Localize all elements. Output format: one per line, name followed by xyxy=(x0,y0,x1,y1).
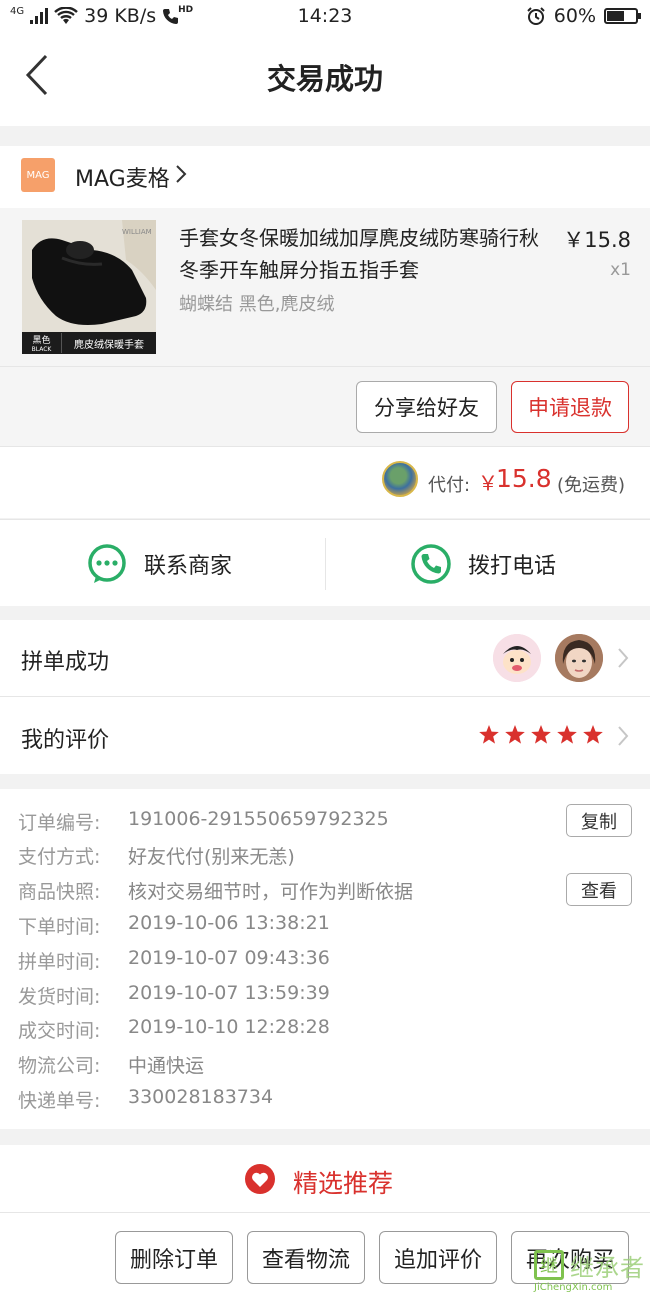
group-success-row[interactable]: 拼单成功 xyxy=(0,620,650,697)
watermark-logo: 继 xyxy=(534,1250,564,1280)
delete-order-button[interactable]: 删除订单 xyxy=(115,1231,233,1284)
order-info-section: 复制 查看 订单编号: 191006-291550659792325 支付方式: 好友… xyxy=(0,789,650,1129)
photo-avatar-image xyxy=(555,634,603,682)
product-thumbnail[interactable]: WILLIAM 黑色 BLACK 麂皮绒保暖手套 xyxy=(22,220,156,354)
navbar: 交易成功 xyxy=(0,34,650,126)
contact-divider xyxy=(325,538,326,590)
order-info-value: 核对交易细节时，可作为判断依据 xyxy=(128,881,414,903)
order-info-row: 成交时间: 2019-10-10 12:28:28 xyxy=(18,1016,330,1043)
order-info-row: 拼单时间: 2019-10-07 09:43:36 xyxy=(18,947,330,974)
glove-image xyxy=(22,220,156,332)
thumb-brand: WILLIAM xyxy=(122,228,152,236)
order-info-value: 2019-10-06 13:38:21 xyxy=(128,912,330,934)
chevron-right-icon xyxy=(618,648,629,668)
product-spec: 蝴蝶结 黑色,麂皮绒 xyxy=(179,294,335,315)
order-info-row: 支付方式: 好友代付(别来无恙) xyxy=(18,842,295,869)
order-info-value: 2019-10-07 09:43:36 xyxy=(128,947,330,969)
view-snapshot-button[interactable]: 查看 xyxy=(566,873,632,906)
order-info-key: 发货时间: xyxy=(18,986,101,1008)
chat-bubble-icon xyxy=(88,543,126,583)
order-info-row: 下单时间: 2019-10-06 13:38:21 xyxy=(18,912,330,939)
order-info-row: 商品快照: 核对交易细节时，可作为判断依据 xyxy=(18,877,413,904)
star-icon xyxy=(479,725,499,744)
contact-row: 联系商家 拨打电话 xyxy=(0,519,650,606)
order-info-key: 成交时间: xyxy=(18,1020,101,1042)
view-logistics-button[interactable]: 查看物流 xyxy=(247,1231,365,1284)
order-info-value: 中通快运 xyxy=(128,1055,205,1077)
rating-stars xyxy=(478,724,604,746)
shop-name[interactable]: MAG麦格 xyxy=(75,161,170,193)
chevron-right-icon xyxy=(618,726,629,746)
battery-level xyxy=(607,11,624,21)
star-icon xyxy=(557,725,577,744)
copy-button[interactable]: 复制 xyxy=(566,804,632,837)
thumb-color-cn: 黑色 xyxy=(32,336,51,346)
call-phone-button[interactable]: 拨打电话 xyxy=(410,520,556,607)
add-review-button[interactable]: 追加评价 xyxy=(379,1231,497,1284)
order-info-key: 订单编号: xyxy=(18,812,101,834)
order-info-value: 330028183734 xyxy=(128,1086,274,1108)
contact-merchant-label: 联系商家 xyxy=(144,553,233,579)
star-icon xyxy=(505,725,525,744)
order-info-value: 191006-291550659792325 xyxy=(128,808,389,830)
member-avatar xyxy=(555,634,603,682)
status-right: 60% xyxy=(526,5,641,27)
order-info-key: 拼单时间: xyxy=(18,951,101,973)
thumb-color-en: BLACK xyxy=(31,346,52,353)
shipping-note: (免运费) xyxy=(557,475,626,496)
product-divider xyxy=(0,366,650,367)
order-info-key: 下单时间: xyxy=(18,916,101,938)
share-button[interactable]: 分享给好友 xyxy=(356,381,497,433)
battery-percent: 60% xyxy=(553,5,596,27)
heart-icon xyxy=(245,1164,275,1194)
thumb-caption-color: 黑色 BLACK xyxy=(22,333,62,353)
order-info-value: 2019-10-07 13:59:39 xyxy=(128,982,330,1004)
battery-icon xyxy=(604,8,641,24)
contact-merchant-button[interactable]: 联系商家 xyxy=(86,520,232,607)
shop-row[interactable]: MAG MAG麦格 xyxy=(0,146,650,208)
recommend-header: 精选推荐 xyxy=(0,1145,650,1212)
order-info-row: 订单编号: 191006-291550659792325 xyxy=(18,808,389,835)
product-quantity: x1 xyxy=(610,260,631,280)
my-review-label: 我的评价 xyxy=(21,728,110,753)
status-bar: 4G 39 KB/s HD 14:23 60% xyxy=(0,0,650,34)
thumb-caption: 黑色 BLACK 麂皮绒保暖手套 xyxy=(22,332,156,354)
order-info-key: 物流公司: xyxy=(18,1055,101,1077)
payment-label: 代付: xyxy=(428,475,471,496)
group-section: 拼单成功 我的评价 xyxy=(0,620,650,774)
watermark-url: JiChengXin.com xyxy=(534,1282,613,1293)
chevron-right-icon xyxy=(176,165,187,183)
product-price: ￥15.8 xyxy=(563,228,631,252)
watermark: 继 继承者 JiChengXin.com xyxy=(526,1246,646,1296)
member-avatar xyxy=(493,634,541,682)
phone-icon xyxy=(411,543,451,584)
star-icon xyxy=(531,725,551,744)
cartoon-avatar-image xyxy=(493,634,541,682)
refund-button[interactable]: 申请退款 xyxy=(511,381,629,433)
my-review-row[interactable]: 我的评价 xyxy=(0,698,650,775)
order-info-key: 商品快照: xyxy=(18,881,101,903)
order-info-row: 物流公司: 中通快运 xyxy=(18,1051,204,1078)
product-card[interactable]: WILLIAM 黑色 BLACK 麂皮绒保暖手套 手套女冬保暖加绒加厚麂皮绒防寒… xyxy=(0,208,650,446)
order-info-row: 快递单号: 330028183734 xyxy=(18,1086,273,1113)
star-icon xyxy=(583,725,603,744)
order-info-key: 支付方式: xyxy=(18,846,101,868)
payer-avatar xyxy=(382,461,418,497)
page-title: 交易成功 xyxy=(266,62,383,96)
recommend-label: 精选推荐 xyxy=(293,1169,394,1198)
order-info-value: 2019-10-10 12:28:28 xyxy=(128,1016,330,1038)
product-title[interactable]: 手套女冬保暖加绒加厚麂皮绒防寒骑行秋冬季开车触屏分指五指手套 xyxy=(179,222,549,286)
payment-amount: 15.8 xyxy=(496,464,552,493)
order-info-row: 发货时间: 2019-10-07 13:59:39 xyxy=(18,982,330,1009)
shop-logo: MAG xyxy=(21,158,55,192)
watermark-text: 继承者 xyxy=(570,1254,645,1282)
order-info-value: 好友代付(别来无恙) xyxy=(128,846,295,868)
payment-row: 代付: ￥ 15.8 (免运费) xyxy=(0,446,650,518)
order-info-key: 快递单号: xyxy=(18,1090,101,1112)
alarm-icon xyxy=(527,7,545,25)
thumb-caption-title: 麂皮绒保暖手套 xyxy=(74,339,144,351)
payment-currency: ￥ xyxy=(478,471,498,495)
group-success-label: 拼单成功 xyxy=(21,650,110,675)
call-phone-label: 拨打电话 xyxy=(468,553,557,579)
